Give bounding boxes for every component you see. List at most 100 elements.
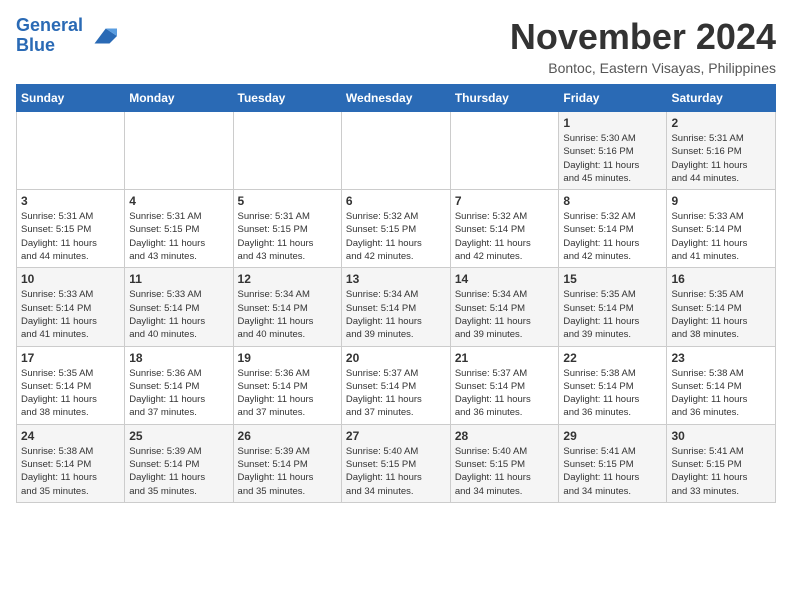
day-info: Sunrise: 5:31 AM Sunset: 5:16 PM Dayligh… — [671, 132, 771, 185]
calendar-cell: 26 Sunrise: 5:39 AM Sunset: 5:14 PM Dayli… — [233, 424, 341, 502]
calendar-cell: 25 Sunrise: 5:39 AM Sunset: 5:14 PM Dayli… — [125, 424, 233, 502]
day-number: 25 — [129, 429, 228, 443]
day-number: 12 — [238, 272, 337, 286]
weekday-header: Tuesday — [233, 85, 341, 112]
calendar-cell: 18 Sunrise: 5:36 AM Sunset: 5:14 PM Dayli… — [125, 346, 233, 424]
day-info: Sunrise: 5:37 AM Sunset: 5:14 PM Dayligh… — [346, 367, 446, 420]
logo-icon — [87, 21, 117, 51]
day-number: 5 — [238, 194, 337, 208]
calendar-cell: 12 Sunrise: 5:34 AM Sunset: 5:14 PM Dayli… — [233, 268, 341, 346]
day-number: 14 — [455, 272, 555, 286]
calendar-cell: 7 Sunrise: 5:32 AM Sunset: 5:14 PM Daylig… — [450, 190, 559, 268]
day-number: 9 — [671, 194, 771, 208]
calendar-cell: 29 Sunrise: 5:41 AM Sunset: 5:15 PM Dayli… — [559, 424, 667, 502]
calendar-cell: 28 Sunrise: 5:40 AM Sunset: 5:15 PM Dayli… — [450, 424, 559, 502]
day-number: 29 — [563, 429, 662, 443]
weekday-header: Sunday — [17, 85, 125, 112]
calendar-cell — [17, 112, 125, 190]
day-info: Sunrise: 5:39 AM Sunset: 5:14 PM Dayligh… — [238, 445, 337, 498]
day-info: Sunrise: 5:30 AM Sunset: 5:16 PM Dayligh… — [563, 132, 662, 185]
day-info: Sunrise: 5:35 AM Sunset: 5:14 PM Dayligh… — [563, 288, 662, 341]
calendar-week-row: 24 Sunrise: 5:38 AM Sunset: 5:14 PM Dayli… — [17, 424, 776, 502]
calendar-cell: 15 Sunrise: 5:35 AM Sunset: 5:14 PM Dayli… — [559, 268, 667, 346]
calendar-cell: 10 Sunrise: 5:33 AM Sunset: 5:14 PM Dayli… — [17, 268, 125, 346]
day-info: Sunrise: 5:38 AM Sunset: 5:14 PM Dayligh… — [21, 445, 120, 498]
calendar-week-row: 17Sunrise: 5:35 AM Sunset: 5:14 PM Dayli… — [17, 346, 776, 424]
day-number: 8 — [563, 194, 662, 208]
day-info: Sunrise: 5:40 AM Sunset: 5:15 PM Dayligh… — [455, 445, 555, 498]
calendar-cell: 2 Sunrise: 5:31 AM Sunset: 5:16 PM Daylig… — [667, 112, 776, 190]
day-number: 22 — [563, 351, 662, 365]
day-info: Sunrise: 5:33 AM Sunset: 5:14 PM Dayligh… — [671, 210, 771, 263]
logo-text: General Blue — [16, 16, 83, 56]
day-info: Sunrise: 5:33 AM Sunset: 5:14 PM Dayligh… — [129, 288, 228, 341]
day-info: Sunrise: 5:35 AM Sunset: 5:14 PM Dayligh… — [671, 288, 771, 341]
calendar-cell: 24 Sunrise: 5:38 AM Sunset: 5:14 PM Dayli… — [17, 424, 125, 502]
calendar-cell: 14 Sunrise: 5:34 AM Sunset: 5:14 PM Dayli… — [450, 268, 559, 346]
day-number: 3 — [21, 194, 120, 208]
calendar-cell: 20 Sunrise: 5:37 AM Sunset: 5:14 PM Dayli… — [341, 346, 450, 424]
calendar-cell — [450, 112, 559, 190]
calendar: SundayMondayTuesdayWednesdayThursdayFrid… — [16, 84, 776, 503]
weekday-header: Wednesday — [341, 85, 450, 112]
day-number: 28 — [455, 429, 555, 443]
day-number: 7 — [455, 194, 555, 208]
day-number: 18 — [129, 351, 228, 365]
calendar-cell: 13 Sunrise: 5:34 AM Sunset: 5:14 PM Dayli… — [341, 268, 450, 346]
day-number: 19 — [238, 351, 337, 365]
day-info: Sunrise: 5:40 AM Sunset: 5:15 PM Dayligh… — [346, 445, 446, 498]
day-number: 11 — [129, 272, 228, 286]
calendar-cell: 30 Sunrise: 5:41 AM Sunset: 5:15 PM Dayli… — [667, 424, 776, 502]
day-info: Sunrise: 5:41 AM Sunset: 5:15 PM Dayligh… — [671, 445, 771, 498]
day-number: 6 — [346, 194, 446, 208]
day-info: Sunrise: 5:34 AM Sunset: 5:14 PM Dayligh… — [455, 288, 555, 341]
calendar-cell: 3Sunrise: 5:31 AM Sunset: 5:15 PM Daylig… — [17, 190, 125, 268]
day-info: Sunrise: 5:38 AM Sunset: 5:14 PM Dayligh… — [563, 367, 662, 420]
calendar-cell: 6Sunrise: 5:32 AM Sunset: 5:15 PM Daylig… — [341, 190, 450, 268]
day-number: 26 — [238, 429, 337, 443]
calendar-header-row: SundayMondayTuesdayWednesdayThursdayFrid… — [17, 85, 776, 112]
calendar-cell: 8Sunrise: 5:32 AM Sunset: 5:14 PM Daylig… — [559, 190, 667, 268]
calendar-cell: 11 Sunrise: 5:33 AM Sunset: 5:14 PM Dayli… — [125, 268, 233, 346]
day-number: 4 — [129, 194, 228, 208]
day-number: 30 — [671, 429, 771, 443]
day-number: 15 — [563, 272, 662, 286]
day-number: 16 — [671, 272, 771, 286]
calendar-cell: 27Sunrise: 5:40 AM Sunset: 5:15 PM Dayli… — [341, 424, 450, 502]
day-number: 24 — [21, 429, 120, 443]
title-block: November 2024 Bontoc, Eastern Visayas, P… — [510, 16, 776, 76]
day-number: 13 — [346, 272, 446, 286]
day-number: 21 — [455, 351, 555, 365]
calendar-week-row: 10 Sunrise: 5:33 AM Sunset: 5:14 PM Dayli… — [17, 268, 776, 346]
calendar-cell — [341, 112, 450, 190]
calendar-cell: 1 Sunrise: 5:30 AM Sunset: 5:16 PM Daylig… — [559, 112, 667, 190]
calendar-cell: 5 Sunrise: 5:31 AM Sunset: 5:15 PM Daylig… — [233, 190, 341, 268]
calendar-cell — [233, 112, 341, 190]
month-title: November 2024 — [510, 16, 776, 58]
calendar-cell: 17Sunrise: 5:35 AM Sunset: 5:14 PM Dayli… — [17, 346, 125, 424]
day-info: Sunrise: 5:34 AM Sunset: 5:14 PM Dayligh… — [238, 288, 337, 341]
calendar-week-row: 1 Sunrise: 5:30 AM Sunset: 5:16 PM Daylig… — [17, 112, 776, 190]
weekday-header: Saturday — [667, 85, 776, 112]
weekday-header: Thursday — [450, 85, 559, 112]
calendar-cell: 22 Sunrise: 5:38 AM Sunset: 5:14 PM Dayli… — [559, 346, 667, 424]
day-number: 23 — [671, 351, 771, 365]
day-info: Sunrise: 5:37 AM Sunset: 5:14 PM Dayligh… — [455, 367, 555, 420]
day-info: Sunrise: 5:31 AM Sunset: 5:15 PM Dayligh… — [238, 210, 337, 263]
day-number: 10 — [21, 272, 120, 286]
day-number: 20 — [346, 351, 446, 365]
day-info: Sunrise: 5:34 AM Sunset: 5:14 PM Dayligh… — [346, 288, 446, 341]
day-info: Sunrise: 5:33 AM Sunset: 5:14 PM Dayligh… — [21, 288, 120, 341]
day-info: Sunrise: 5:32 AM Sunset: 5:14 PM Dayligh… — [455, 210, 555, 263]
day-number: 1 — [563, 116, 662, 130]
calendar-cell: 4 Sunrise: 5:31 AM Sunset: 5:15 PM Daylig… — [125, 190, 233, 268]
calendar-cell: 21 Sunrise: 5:37 AM Sunset: 5:14 PM Dayli… — [450, 346, 559, 424]
day-number: 2 — [671, 116, 771, 130]
calendar-cell: 19Sunrise: 5:36 AM Sunset: 5:14 PM Dayli… — [233, 346, 341, 424]
day-info: Sunrise: 5:31 AM Sunset: 5:15 PM Dayligh… — [129, 210, 228, 263]
calendar-cell: 9 Sunrise: 5:33 AM Sunset: 5:14 PM Daylig… — [667, 190, 776, 268]
weekday-header: Friday — [559, 85, 667, 112]
day-info: Sunrise: 5:36 AM Sunset: 5:14 PM Dayligh… — [129, 367, 228, 420]
day-info: Sunrise: 5:39 AM Sunset: 5:14 PM Dayligh… — [129, 445, 228, 498]
day-info: Sunrise: 5:41 AM Sunset: 5:15 PM Dayligh… — [563, 445, 662, 498]
